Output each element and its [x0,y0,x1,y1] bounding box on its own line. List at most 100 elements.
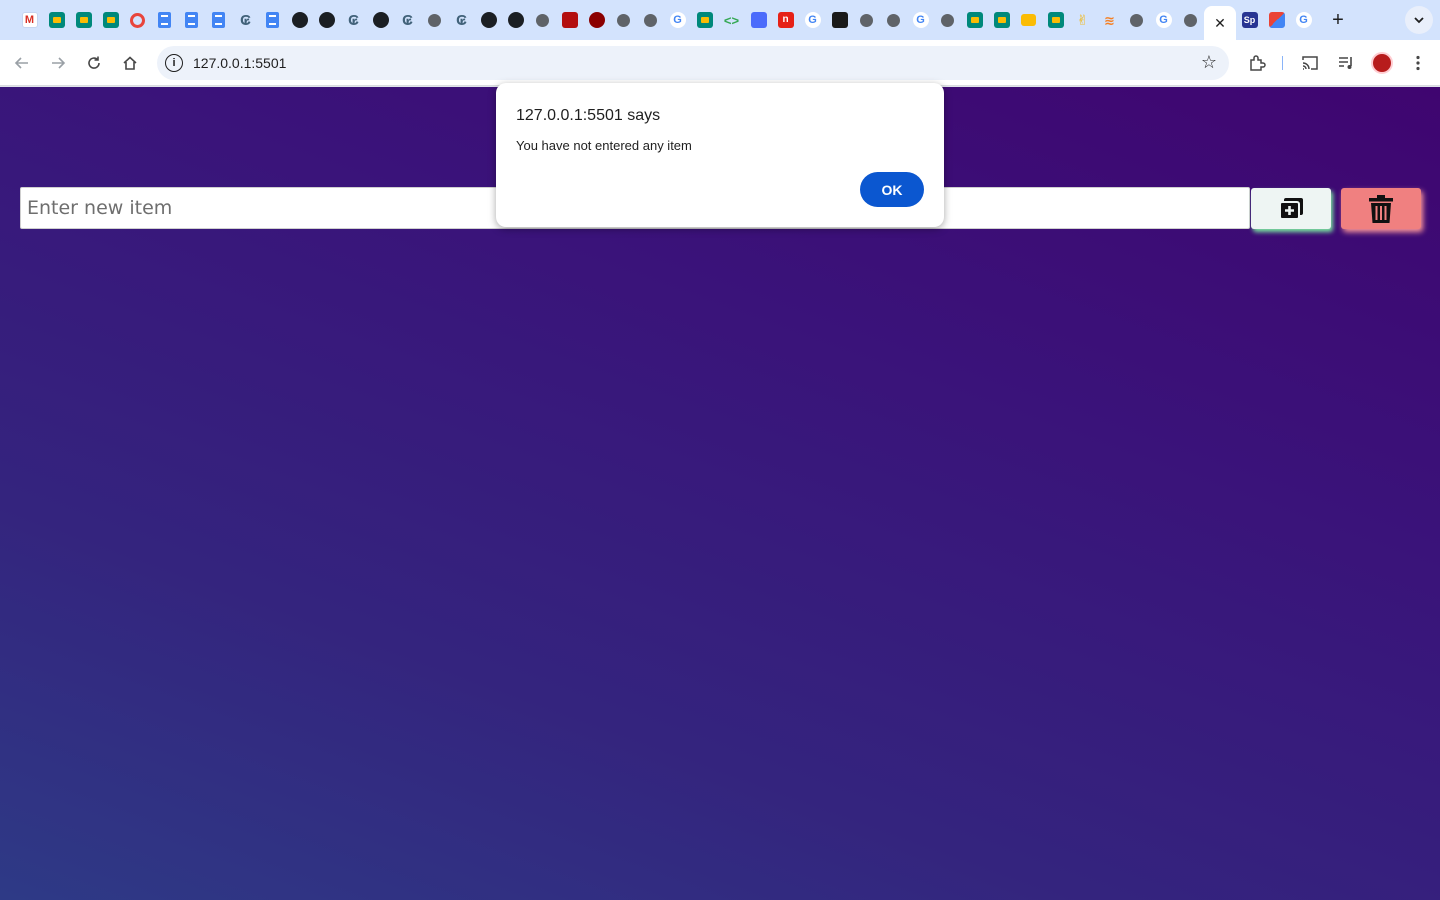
delete-all-button[interactable] [1341,188,1421,229]
browser-tab[interactable] [1123,6,1150,34]
browser-tab[interactable]: ₢ [394,6,421,34]
extensions-button[interactable] [1243,49,1271,77]
media-controls-button[interactable] [1332,49,1360,77]
browser-tab[interactable] [205,6,232,34]
github-icon [318,12,335,28]
browser-tab[interactable] [880,6,907,34]
globe-icon [1130,13,1143,27]
browser-tab[interactable]: G [664,6,691,34]
browser-tab[interactable] [1263,6,1290,34]
tab-active[interactable]: ✕ [1204,6,1236,40]
home-button[interactable] [116,49,144,77]
meet-icon [75,12,92,28]
alert-ok-button[interactable]: OK [860,172,924,207]
browser-tab[interactable]: M [16,6,43,34]
browser-tab[interactable] [1177,6,1204,34]
browser-tab[interactable]: Sp [1236,6,1263,34]
globe-icon [860,13,873,27]
globe-icon [1184,13,1197,27]
docs-icon [212,12,225,28]
google-icon: G [669,12,686,28]
browser-tab-strip: M ₢ ₢ ₢ ₢ G <> n G G ✌ ≋ G ✕ Sp G + [0,0,1440,40]
globe-icon [536,13,549,27]
address-bar[interactable]: i 127.0.0.1:5501 ☆ [157,46,1229,80]
cast-icon [1302,56,1318,70]
browser-tab[interactable] [745,6,772,34]
browser-tab[interactable]: G [907,6,934,34]
browser-tab[interactable] [151,6,178,34]
browser-tab[interactable] [97,6,124,34]
browser-tab[interactable] [853,6,880,34]
browser-tab[interactable] [421,6,448,34]
close-icon[interactable]: ✕ [1214,15,1226,32]
browser-tab[interactable]: n [772,6,799,34]
darkred-icon [588,12,605,28]
browser-tab[interactable]: <> [718,6,745,34]
browser-tab[interactable] [286,6,313,34]
browser-tab[interactable]: G [799,6,826,34]
google-icon: G [804,12,821,28]
browser-tab[interactable]: ₢ [232,6,259,34]
browser-tab[interactable]: ₢ [448,6,475,34]
browser-toolbar: i 127.0.0.1:5501 ☆ [0,40,1440,86]
github-icon [507,12,524,28]
trash-icon [1369,194,1393,223]
browser-tab[interactable] [502,6,529,34]
profile-avatar[interactable] [1371,52,1393,74]
browser-tab[interactable] [610,6,637,34]
hand-icon: ✌ [1076,12,1089,28]
browser-tab[interactable]: ✌ [1069,6,1096,34]
browser-tab[interactable] [178,6,205,34]
browser-tab[interactable]: ₢ [340,6,367,34]
chevron-down-icon [1414,17,1424,24]
tab-search-button[interactable] [1405,6,1433,34]
browser-tab[interactable] [934,6,961,34]
alert-title: 127.0.0.1:5501 says [516,107,661,124]
alert-dialog: 127.0.0.1:5501 says You have not entered… [496,83,944,227]
site-info-icon[interactable]: i [165,54,183,72]
n-icon: n [777,12,794,28]
browser-tab[interactable] [691,6,718,34]
reload-button[interactable] [80,49,108,77]
add-folder-icon [1279,197,1303,220]
puzzle-icon [1268,12,1285,28]
meet-icon [966,12,983,28]
add-item-button[interactable] [1251,188,1331,229]
browser-tab[interactable]: G [1150,6,1177,34]
back-button[interactable] [8,49,36,77]
bookmark-star-icon[interactable]: ☆ [1201,52,1217,73]
forward-button[interactable] [44,49,72,77]
cast-button[interactable] [1296,49,1324,77]
browser-tab[interactable]: ≋ [1096,6,1123,34]
browser-tab[interactable] [1015,6,1042,34]
gmail-icon: M [21,12,38,28]
browser-tab[interactable] [1042,6,1069,34]
browser-tab[interactable]: G [1290,6,1317,34]
home-icon [123,56,137,70]
globe-icon [941,13,954,27]
browser-tab[interactable] [475,6,502,34]
browser-menu-button[interactable] [1404,49,1432,77]
browser-tab[interactable] [556,6,583,34]
meet-icon [1047,12,1064,28]
browser-tab[interactable] [259,6,286,34]
meet-icon [102,12,119,28]
browser-tab[interactable] [70,6,97,34]
browser-tab[interactable] [529,6,556,34]
browser-tab[interactable] [988,6,1015,34]
browser-tab[interactable] [124,6,151,34]
browser-tab[interactable] [637,6,664,34]
docs-icon [158,12,171,28]
new-tab-button[interactable]: + [1326,6,1350,34]
puzzle-icon [1250,55,1266,71]
browser-tab[interactable] [367,6,394,34]
browser-tab[interactable] [583,6,610,34]
media-queue-icon [1339,57,1352,69]
ghost-icon: ₢ [348,11,359,29]
browser-tab[interactable] [313,6,340,34]
browser-tab[interactable] [961,6,988,34]
browser-tab[interactable] [43,6,70,34]
browser-tab[interactable] [826,6,853,34]
stackoverflow-icon: ≋ [1104,12,1115,28]
mask-icon [561,12,578,28]
